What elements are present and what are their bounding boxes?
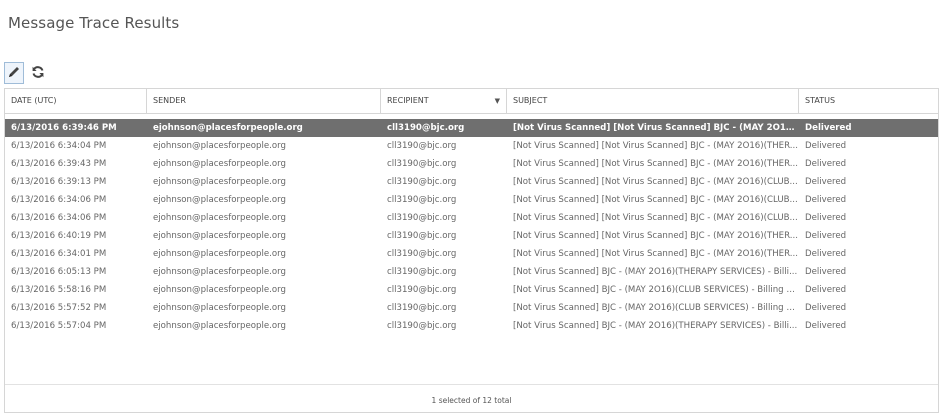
cell-recipient: cll3190@bjc.org <box>387 249 457 259</box>
cell-sender: ejohnson@placesforpeople.org <box>153 249 286 259</box>
cell-subject: [Not Virus Scanned] BJC - (MAY 2O16)(THE… <box>513 267 798 277</box>
page-title: Message Trace Results <box>8 14 180 32</box>
table-row[interactable]: 6/13/2016 6:34:06 PM ejohnson@placesforpe… <box>5 191 938 209</box>
cell-date: 6/13/2016 5:57:52 PM <box>11 303 107 313</box>
cell-sender: ejohnson@placesforpeople.org <box>153 141 286 151</box>
column-header-label: SUBJECT <box>513 96 548 105</box>
cell-date: 6/13/2016 6:05:13 PM <box>11 267 107 277</box>
cell-subject: [Not Virus Scanned] [Not Virus Scanned] … <box>513 123 799 133</box>
cell-sender: ejohnson@placesforpeople.org <box>153 123 303 133</box>
cell-status: Delivered <box>805 303 847 313</box>
table-row[interactable]: 6/13/2016 6:40:19 PM ejohnson@placesforpe… <box>5 227 938 245</box>
cell-date: 6/13/2016 6:34:06 PM <box>11 195 107 205</box>
cell-subject: [Not Virus Scanned] [Not Virus Scanned] … <box>513 231 798 241</box>
cell-recipient: cll3190@bjc.org <box>387 159 457 169</box>
cell-recipient: cll3190@bjc.org <box>387 267 457 277</box>
cell-sender: ejohnson@placesforpeople.org <box>153 267 286 277</box>
table-row[interactable]: 6/13/2016 5:57:52 PM ejohnson@placesforpe… <box>5 299 938 317</box>
table-row[interactable]: 6/13/2016 6:34:04 PM ejohnson@placesforpe… <box>5 137 938 155</box>
table-row[interactable]: 6/13/2016 6:05:13 PM ejohnson@placesforpe… <box>5 263 938 281</box>
cell-subject: [Not Virus Scanned] [Not Virus Scanned] … <box>513 195 798 205</box>
column-header-date[interactable]: DATE (UTC) <box>5 89 147 113</box>
grid-footer-status: 1 selected of 12 total <box>5 384 938 412</box>
cell-recipient: cll3190@bjc.org <box>387 141 457 151</box>
cell-status: Delivered <box>805 141 847 151</box>
cell-recipient: cll3190@bjc.org <box>387 303 457 313</box>
cell-sender: ejohnson@placesforpeople.org <box>153 285 286 295</box>
cell-sender: ejohnson@placesforpeople.org <box>153 213 286 223</box>
cell-status: Delivered <box>805 195 847 205</box>
cell-sender: ejohnson@placesforpeople.org <box>153 303 286 313</box>
cell-subject: [Not Virus Scanned] BJC - (MAY 2O16)(CLU… <box>513 303 799 313</box>
grid-rows: 6/13/2016 6:39:46 PM ejohnson@placesforpe… <box>5 119 938 335</box>
cell-sender: ejohnson@placesforpeople.org <box>153 321 286 331</box>
cell-subject: [Not Virus Scanned] [Not Virus Scanned] … <box>513 159 798 169</box>
cell-recipient: cll3190@bjc.org <box>387 123 465 133</box>
cell-status: Delivered <box>805 321 847 331</box>
cell-date: 6/13/2016 6:39:46 PM <box>11 123 117 133</box>
cell-date: 6/13/2016 6:34:01 PM <box>11 249 107 259</box>
column-header-sender[interactable]: SENDER <box>147 89 381 113</box>
table-row[interactable]: 6/13/2016 5:58:16 PM ejohnson@placesforpe… <box>5 281 938 299</box>
cell-sender: ejohnson@placesforpeople.org <box>153 159 286 169</box>
cell-date: 6/13/2016 5:58:16 PM <box>11 285 107 295</box>
cell-date: 6/13/2016 6:39:43 PM <box>11 159 107 169</box>
cell-status: Delivered <box>805 231 847 241</box>
column-header-status[interactable]: STATUS <box>799 89 938 113</box>
cell-status: Delivered <box>805 267 847 277</box>
message-trace-grid: DATE (UTC) SENDER RECIPIENT ▼ SUBJECT ST… <box>4 88 939 413</box>
table-row[interactable]: 6/13/2016 6:34:06 PM ejohnson@placesforpe… <box>5 209 938 227</box>
cell-recipient: cll3190@bjc.org <box>387 285 457 295</box>
refresh-button[interactable] <box>28 62 48 84</box>
cell-status: Delivered <box>805 285 847 295</box>
edit-button[interactable] <box>4 62 24 84</box>
cell-status: Delivered <box>805 177 847 187</box>
toolbar <box>4 61 48 85</box>
cell-date: 6/13/2016 6:40:19 PM <box>11 231 107 241</box>
column-header-label: DATE (UTC) <box>11 96 57 105</box>
cell-subject: [Not Virus Scanned] [Not Virus Scanned] … <box>513 141 798 151</box>
cell-status: Delivered <box>805 159 847 169</box>
table-row[interactable]: 6/13/2016 6:39:13 PM ejohnson@placesforpe… <box>5 173 938 191</box>
cell-date: 6/13/2016 6:34:04 PM <box>11 141 107 151</box>
cell-subject: [Not Virus Scanned] BJC - (MAY 2O16)(THE… <box>513 321 798 331</box>
cell-date: 6/13/2016 6:34:06 PM <box>11 213 107 223</box>
cell-status: Delivered <box>805 249 847 259</box>
cell-recipient: cll3190@bjc.org <box>387 213 457 223</box>
cell-recipient: cll3190@bjc.org <box>387 195 457 205</box>
pencil-icon <box>7 64 21 83</box>
table-row[interactable]: 6/13/2016 6:34:01 PM ejohnson@placesforpe… <box>5 245 938 263</box>
table-row[interactable]: 6/13/2016 5:57:04 PM ejohnson@placesforpe… <box>5 317 938 335</box>
cell-subject: [Not Virus Scanned] BJC - (MAY 2O16)(CLU… <box>513 285 799 295</box>
grid-header: DATE (UTC) SENDER RECIPIENT ▼ SUBJECT ST… <box>5 89 938 114</box>
cell-status: Delivered <box>805 213 847 223</box>
cell-subject: [Not Virus Scanned] [Not Virus Scanned] … <box>513 249 798 259</box>
column-header-label: RECIPIENT <box>387 96 429 105</box>
cell-sender: ejohnson@placesforpeople.org <box>153 177 286 187</box>
cell-subject: [Not Virus Scanned] [Not Virus Scanned] … <box>513 213 798 223</box>
cell-date: 6/13/2016 5:57:04 PM <box>11 321 107 331</box>
column-header-label: STATUS <box>805 96 836 105</box>
cell-recipient: cll3190@bjc.org <box>387 231 457 241</box>
cell-recipient: cll3190@bjc.org <box>387 177 457 187</box>
table-row[interactable]: 6/13/2016 6:39:43 PM ejohnson@placesforpe… <box>5 155 938 173</box>
column-header-recipient[interactable]: RECIPIENT ▼ <box>381 89 507 113</box>
column-header-label: SENDER <box>153 96 186 105</box>
cell-sender: ejohnson@placesforpeople.org <box>153 231 286 241</box>
cell-status: Delivered <box>805 123 852 133</box>
table-row[interactable]: 6/13/2016 6:39:46 PM ejohnson@placesforpe… <box>5 119 938 137</box>
refresh-icon <box>31 64 45 83</box>
sort-descending-icon: ▼ <box>494 97 500 105</box>
cell-sender: ejohnson@placesforpeople.org <box>153 195 286 205</box>
cell-subject: [Not Virus Scanned] [Not Virus Scanned] … <box>513 177 798 187</box>
column-header-subject[interactable]: SUBJECT <box>507 89 799 113</box>
cell-recipient: cll3190@bjc.org <box>387 321 457 331</box>
cell-date: 6/13/2016 6:39:13 PM <box>11 177 107 187</box>
